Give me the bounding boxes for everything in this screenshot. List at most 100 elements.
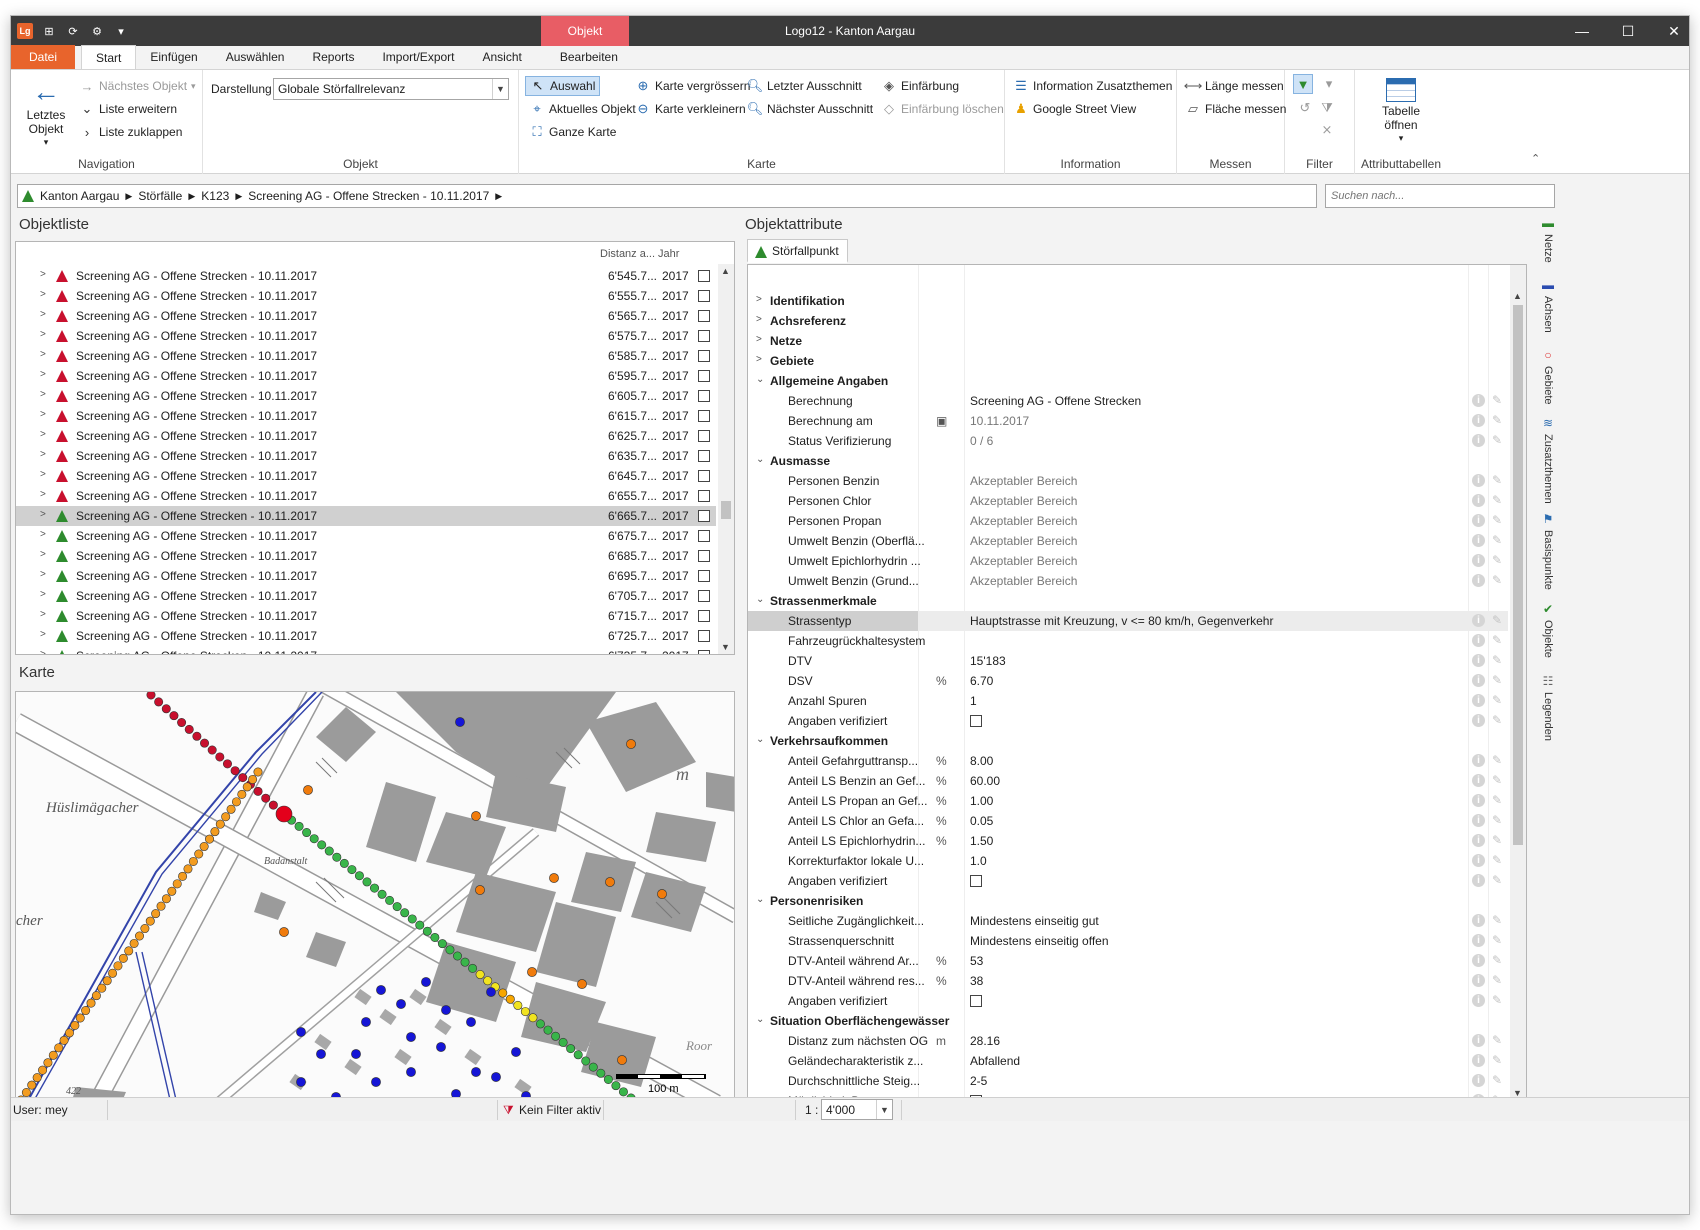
info-icon[interactable]: i	[1472, 494, 1485, 507]
attribute-category[interactable]: > Gebiete	[748, 351, 1508, 371]
site-point-blue[interactable]	[491, 1072, 501, 1082]
pencil-icon[interactable]: ✎	[1492, 493, 1502, 507]
site-point-blue[interactable]	[421, 977, 431, 987]
risk-point-orange[interactable]	[248, 774, 258, 784]
chevron-right-icon[interactable]: >	[40, 529, 46, 540]
attribute-value[interactable]: Akzeptabler Bereich	[970, 474, 1077, 488]
site-point-orange[interactable]	[303, 785, 313, 795]
pencil-icon[interactable]: ✎	[1492, 573, 1502, 587]
attribute-value[interactable]: Abfallend	[970, 1054, 1020, 1068]
sidebar-item-netze[interactable]: ▬ Netze	[1538, 216, 1558, 263]
last-extent-button[interactable]: 🔍︎ Letzter Ausschnitt	[747, 78, 862, 94]
pencil-icon[interactable]: ✎	[1492, 753, 1502, 767]
pencil-icon[interactable]: ✎	[1492, 873, 1502, 887]
site-point-blue[interactable]	[436, 1042, 446, 1052]
list-item[interactable]: > Screening AG - Offene Strecken - 10.11.…	[16, 486, 716, 506]
attribute-value[interactable]: Hauptstrasse mit Kreuzung, v <= 80 km/h,…	[970, 614, 1273, 628]
site-point-orange[interactable]	[279, 927, 289, 937]
calendar-icon[interactable]: ▣	[936, 414, 947, 428]
attribute-row[interactable]: Personen Chlor Akzeptabler Bereich i ✎	[748, 491, 1508, 511]
chevron-right-icon[interactable]: >	[40, 409, 46, 420]
info-icon[interactable]: i	[1472, 774, 1485, 787]
risk-point-orange[interactable]	[161, 894, 171, 904]
risk-point-green[interactable]	[392, 902, 402, 912]
list-item[interactable]: > Screening AG - Offene Strecken - 10.11.…	[16, 346, 716, 366]
risk-point-orange[interactable]	[64, 1028, 74, 1038]
risk-point-orange[interactable]	[113, 961, 123, 971]
pencil-icon[interactable]: ✎	[1492, 793, 1502, 807]
sidebar-item-achsen[interactable]: ▬ Achsen	[1538, 278, 1558, 333]
chevron-right-icon[interactable]: >	[40, 309, 46, 320]
list-item-checkbox[interactable]	[698, 330, 710, 342]
list-item-checkbox[interactable]	[698, 290, 710, 302]
list-item-checkbox[interactable]	[698, 270, 710, 282]
column-header-distance[interactable]: Distanz a...	[600, 248, 655, 260]
extend-list-button[interactable]: ⌄ Liste erweitern	[79, 101, 178, 117]
risk-point-orange[interactable]	[86, 998, 96, 1008]
info-icon[interactable]: i	[1472, 414, 1485, 427]
list-item-checkbox[interactable]	[698, 450, 710, 462]
chevron-right-icon[interactable]: >	[40, 429, 46, 440]
attribute-row[interactable]: Anteil LS Epichlorhydrin...% 1.50 i ✎	[748, 831, 1508, 851]
attribute-row[interactable]: Umwelt Benzin (Grund... Akzeptabler Berei…	[748, 571, 1508, 591]
info-icon[interactable]: i	[1472, 1034, 1485, 1047]
risk-point-red[interactable]	[154, 697, 164, 707]
attribute-checkbox[interactable]	[970, 995, 982, 1007]
risk-point-orange[interactable]	[242, 782, 252, 792]
collapse-list-button[interactable]: › Liste zuklappen	[79, 124, 183, 140]
attribute-category[interactable]: ⌄ Verkehrsaufkommen	[748, 731, 1508, 751]
open-table-button[interactable]: Tabelle öffnen ▾	[1369, 78, 1433, 143]
attribute-row[interactable]: Anteil LS Benzin an Gef...% 60.00 i ✎	[748, 771, 1508, 791]
info-icon[interactable]: i	[1472, 1074, 1485, 1087]
attribute-category[interactable]: > Identifikation	[748, 291, 1508, 311]
site-point-blue[interactable]	[455, 717, 465, 727]
risk-point-orange[interactable]	[183, 864, 193, 874]
chevron-right-icon[interactable]: >	[40, 489, 46, 500]
info-icon[interactable]: i	[1472, 874, 1485, 887]
info-icon[interactable]: i	[1472, 654, 1485, 667]
selected-risk-point[interactable]	[275, 805, 293, 823]
risk-point-orange[interactable]	[102, 976, 112, 986]
list-item-checkbox[interactable]	[698, 610, 710, 622]
filter-button[interactable]: ▼	[1293, 74, 1313, 94]
list-item-checkbox[interactable]	[698, 370, 710, 382]
risk-point-green[interactable]	[400, 908, 410, 918]
risk-point-red[interactable]	[161, 704, 171, 714]
chevron-right-icon[interactable]: >	[40, 449, 46, 460]
attribute-row[interactable]: Personen Propan Akzeptabler Bereich i ✎	[748, 511, 1508, 531]
info-icon[interactable]: i	[1472, 794, 1485, 807]
risk-point-orange[interactable]	[253, 767, 263, 777]
risk-point-orange[interactable]	[54, 1043, 64, 1053]
attribute-category[interactable]: ⌄ Situation Oberflächengewässer	[748, 1011, 1508, 1031]
attribute-value[interactable]: 6.70	[970, 674, 993, 688]
list-item[interactable]: > Screening AG - Offene Strecken - 10.11.…	[16, 466, 716, 486]
risk-point-orange[interactable]	[167, 886, 177, 896]
pencil-icon[interactable]: ✎	[1492, 853, 1502, 867]
map-view[interactable]: Hüslimägacher Badanstalt cher Roor 422 m…	[15, 691, 735, 1103]
risk-point-orange[interactable]	[210, 827, 220, 837]
risk-point-red[interactable]	[230, 766, 240, 776]
full-map-button[interactable]: ⛶ Ganze Karte	[529, 124, 616, 140]
risk-point-green[interactable]	[581, 1056, 591, 1066]
customize-dropdown-icon[interactable]: ▾	[113, 23, 129, 39]
attribute-row[interactable]: Korrekturfaktor lokale U... 1.0 i ✎	[748, 851, 1508, 871]
risk-point-green[interactable]	[445, 945, 455, 955]
sidebar-item-objekte[interactable]: ✔ Objekte	[1538, 602, 1558, 658]
risk-point-green[interactable]	[422, 926, 432, 936]
pencil-icon[interactable]: ✎	[1492, 413, 1502, 427]
list-item-checkbox[interactable]	[698, 390, 710, 402]
search-input[interactable]	[1325, 184, 1555, 208]
site-point-orange[interactable]	[471, 811, 481, 821]
info-icon[interactable]: i	[1472, 974, 1485, 987]
list-item-checkbox[interactable]	[698, 550, 710, 562]
site-point-orange[interactable]	[475, 885, 485, 895]
attribute-value[interactable]: 28.16	[970, 1034, 1000, 1048]
tab-ansicht[interactable]: Ansicht	[469, 45, 536, 69]
risk-point-green[interactable]	[528, 1013, 538, 1023]
pencil-icon[interactable]: ✎	[1492, 1033, 1502, 1047]
risk-point-red[interactable]	[238, 773, 248, 783]
list-item-checkbox[interactable]	[698, 430, 710, 442]
attribute-value[interactable]: Mindestens einseitig gut	[970, 914, 1099, 928]
risk-point-orange[interactable]	[140, 924, 150, 934]
attribute-checkbox[interactable]	[970, 875, 982, 887]
